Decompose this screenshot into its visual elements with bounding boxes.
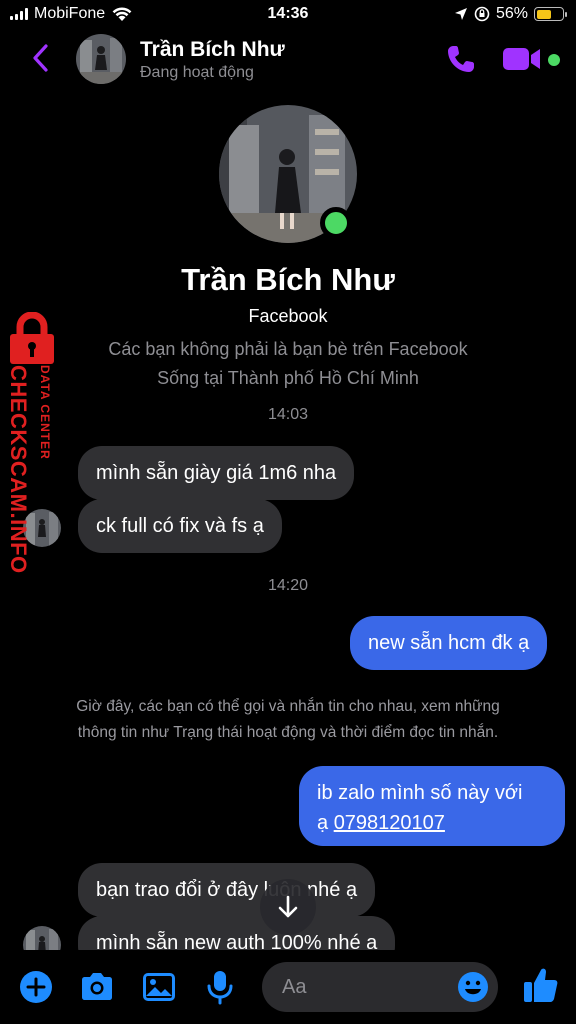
notice-line: thông tin như Trạng thái hoạt động và th… [77,724,499,741]
outgoing-message[interactable]: new sẵn hcm đk ạ [350,616,548,670]
phone-number-link[interactable]: 0798120107 [334,812,445,834]
scroll-down-button[interactable] [260,879,316,935]
system-notice: Giờ đây, các bạn có thể gọi và nhắn tin … [30,694,546,746]
video-icon[interactable] [502,44,542,74]
plus-icon[interactable] [17,968,55,1006]
orientation-lock-icon [474,6,490,22]
timestamp: 14:03 [267,406,309,423]
arrow-down-icon [278,895,298,918]
profile-info: Các bạn không phải là bạn bè trên Facebo… [0,335,576,393]
camera-icon[interactable] [78,968,116,1006]
watermark-tagline: DATA CENTER [38,365,52,460]
profile-name: Trần Bích Như [181,262,395,297]
battery-icon [534,7,567,21]
battery-level [536,9,551,19]
phone-icon[interactable] [444,42,478,76]
incoming-message[interactable]: mình sẵn giày giá 1m6 nha [78,446,355,500]
like-icon[interactable] [520,964,562,1006]
status-bar: MobiFone 14:36 56% [0,0,576,30]
battery-percent: 56% [495,5,528,22]
message-input[interactable] [282,962,452,1012]
active-status: Đang hoạt động [140,64,254,81]
timestamp: 14:20 [267,577,309,594]
incoming-message[interactable]: bạn trao đổi ở đây luôn nhé ạ [78,863,376,917]
notice-line: Giờ đây, các bạn có thể gọi và nhắn tin … [76,698,500,715]
header-name[interactable]: Trần Bích Như [140,38,285,62]
online-indicator [548,54,560,66]
location-text: Sống tại Thành phố Hồ Chí Minh [157,368,419,388]
watermark-brand: CHECKSCAM.INFO [6,365,31,574]
chat-header: Trần Bích Như Đang hoạt động [0,30,576,90]
incoming-message[interactable]: ck full có fix và fs ạ [78,499,282,553]
back-icon[interactable] [26,40,56,76]
composer-bar [0,950,576,1024]
location-icon [454,8,467,20]
lock-icon [10,312,54,364]
microphone-icon[interactable] [201,968,239,1006]
message-line: ib zalo mình số này với [317,782,523,804]
friend-status-text: Các bạn không phải là bạn bè trên Facebo… [108,339,468,359]
photo-icon[interactable] [140,968,178,1006]
message-prefix: ạ [317,812,334,834]
avatar[interactable] [76,34,126,84]
message-input-container[interactable] [262,962,498,1012]
status-right-group: 56% [454,5,567,23]
outgoing-message[interactable]: ib zalo mình số này với ạ 0798120107 [299,766,565,846]
profile-online-indicator [320,207,352,239]
profile-source: Facebook [248,306,328,326]
emoji-icon[interactable] [456,970,490,1004]
message-line: ạ 0798120107 [317,808,547,838]
